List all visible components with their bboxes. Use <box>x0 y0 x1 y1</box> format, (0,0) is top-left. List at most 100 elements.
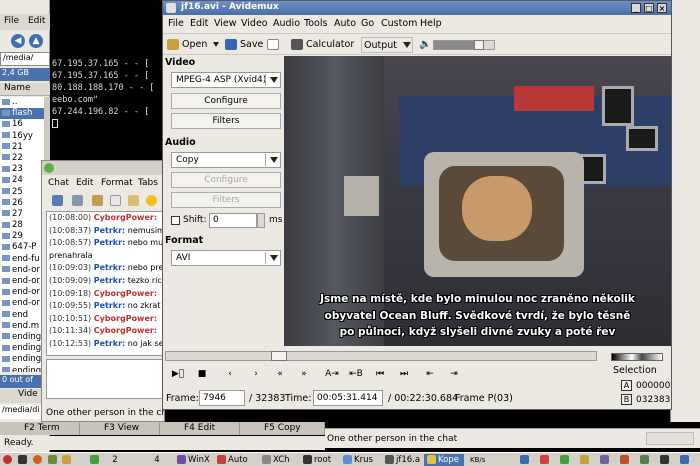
fkey-f2[interactable]: F2 Term <box>0 422 80 435</box>
save-icon[interactable] <box>52 195 63 206</box>
menu-go[interactable]: Go <box>361 18 374 29</box>
task-xchat[interactable]: XCh <box>262 454 300 466</box>
fkey-f4[interactable]: F4 Edit <box>160 422 240 435</box>
close-icon[interactable]: × <box>657 3 667 13</box>
fm-list-item[interactable]: 24 <box>0 175 44 186</box>
chat-titlebar[interactable] <box>42 161 164 175</box>
video-codec-select[interactable]: MPEG-4 ASP (Xvid4) <box>171 72 281 88</box>
forward-icon[interactable]: ▲ <box>29 34 43 48</box>
files-launcher-icon[interactable] <box>62 454 73 466</box>
workspace-2[interactable]: 2 <box>108 454 122 466</box>
properties-button[interactable] <box>267 37 282 53</box>
output-dropdown-icon[interactable] <box>403 42 411 48</box>
terminal-launcher-icon[interactable] <box>18 454 29 466</box>
task-avidemux[interactable]: jf16.a <box>385 454 425 466</box>
next-keyframe-icon[interactable]: ⏭ <box>395 369 413 379</box>
smiley-icon[interactable] <box>146 195 157 206</box>
fm-list-item[interactable]: end-fu <box>0 254 44 265</box>
shift-input[interactable]: 0 <box>209 213 257 228</box>
fm-list-item[interactable]: end-or <box>0 298 44 309</box>
menu-auto[interactable]: Auto <box>334 18 356 29</box>
calculator-button[interactable]: Calculator <box>291 37 354 53</box>
fm-list-item[interactable]: 16yy <box>0 131 44 142</box>
fm-list-item[interactable]: 29 <box>0 231 44 242</box>
fm-list-item[interactable]: end-or <box>0 287 44 298</box>
rewind-icon[interactable]: « <box>271 369 289 379</box>
stop-icon[interactable]: ■ <box>193 369 211 379</box>
tray-icon-6[interactable] <box>620 454 631 466</box>
shift-spinner[interactable] <box>257 213 265 228</box>
video-configure-button[interactable]: Configure <box>171 93 281 109</box>
menu-file[interactable]: File <box>168 18 184 29</box>
frame-input[interactable]: 7946 <box>199 390 245 406</box>
next-frame-icon[interactable]: › <box>247 369 265 379</box>
fm-list-item[interactable]: 16 <box>0 119 44 130</box>
fm-list-item[interactable]: ending <box>0 343 44 354</box>
chat-menu-edit[interactable]: Edit <box>76 178 93 188</box>
fm-list-item[interactable]: 25 <box>0 187 44 198</box>
task-root[interactable]: root <box>303 454 337 466</box>
fm-list-item[interactable]: ending <box>0 332 44 343</box>
video-preview[interactable]: Jsme na místě, kde bylo minulou noc zran… <box>284 56 671 346</box>
terminal-window[interactable]: 67.195.37.165 - - [ 67.195.37.165 - - [ … <box>50 44 164 172</box>
fm-list-item[interactable]: .. <box>0 97 44 108</box>
tray-icon-7[interactable] <box>640 454 651 466</box>
mail-launcher-icon[interactable] <box>48 454 59 466</box>
fm-list-item[interactable]: 28 <box>0 220 44 231</box>
tray-icon-9[interactable] <box>680 454 691 466</box>
tray-icon-8[interactable] <box>660 454 671 466</box>
set-marker-a-icon[interactable]: A⇥ <box>321 369 343 379</box>
task-krus[interactable]: Krus <box>343 454 383 466</box>
maximize-icon[interactable]: □ <box>644 3 654 13</box>
cut-icon[interactable] <box>92 195 103 206</box>
fast-forward-icon[interactable]: » <box>295 369 313 379</box>
fm-list-item[interactable]: 21 <box>0 142 44 153</box>
fm-list-item[interactable]: end <box>0 310 44 321</box>
tray-icon-5[interactable] <box>600 454 611 466</box>
tray-icon-2[interactable] <box>540 454 551 466</box>
video-filters-button[interactable]: Filters <box>171 113 281 129</box>
time-input[interactable]: 00:05:31.414 <box>313 390 383 406</box>
copy-icon[interactable] <box>110 195 121 206</box>
menu-video[interactable]: Video <box>241 18 268 29</box>
fm-column-header-name[interactable]: Name <box>0 83 50 96</box>
chat-input[interactable] <box>46 359 164 399</box>
send-button[interactable] <box>646 432 694 445</box>
volume-slider[interactable] <box>433 40 495 50</box>
fm-list-item[interactable]: 647-P <box>0 242 44 253</box>
chat-menu-tabs[interactable]: Tabs <box>138 178 158 188</box>
paste-icon[interactable] <box>128 195 139 206</box>
back-icon[interactable]: ◀ <box>11 34 25 48</box>
menu-custom[interactable]: Custom <box>381 18 417 29</box>
audio-filters-button[interactable]: Filters <box>171 192 281 208</box>
minimize-icon[interactable]: _ <box>631 3 641 13</box>
fm-list-item[interactable]: 26 <box>0 198 44 209</box>
last-frame-icon[interactable]: ⇥ <box>445 369 463 379</box>
fm-list-item[interactable]: ending <box>0 354 44 365</box>
fm-menu-edit[interactable]: Edit <box>28 16 45 26</box>
previous-keyframe-icon[interactable]: ⏮ <box>371 369 389 379</box>
previous-frame-icon[interactable]: ‹ <box>221 369 239 379</box>
fm-list-item[interactable]: end-or <box>0 265 44 276</box>
chat-menu-format[interactable]: Format <box>101 178 133 188</box>
browser-launcher-icon[interactable] <box>33 454 44 466</box>
fm-menu-file[interactable]: File <box>4 16 19 26</box>
play-icon[interactable]: ▶⃒ <box>169 369 187 379</box>
fm-list-item[interactable]: 23 <box>0 164 44 175</box>
audio-codec-select[interactable]: Copy <box>171 152 281 168</box>
menu-view[interactable]: View <box>214 18 237 29</box>
task-auto[interactable]: Auto <box>217 454 257 466</box>
editor-launcher-icon[interactable] <box>90 454 101 466</box>
task-winx[interactable]: WinX <box>177 454 213 466</box>
fm-list-item[interactable]: ending <box>0 366 44 372</box>
start-icon[interactable] <box>3 454 14 466</box>
open-button[interactable]: Open <box>167 37 220 53</box>
timeline-slider[interactable] <box>165 351 597 361</box>
fm-list-item[interactable]: flash <box>0 108 44 120</box>
fm-list-item[interactable]: 22 <box>0 153 44 164</box>
fm-list-item[interactable]: end.m <box>0 321 44 332</box>
menu-audio[interactable]: Audio <box>273 18 300 29</box>
set-marker-b-icon[interactable]: ⇤B <box>345 369 367 379</box>
tray-icon-1[interactable] <box>520 454 531 466</box>
selection-b-button[interactable]: B <box>621 394 632 405</box>
